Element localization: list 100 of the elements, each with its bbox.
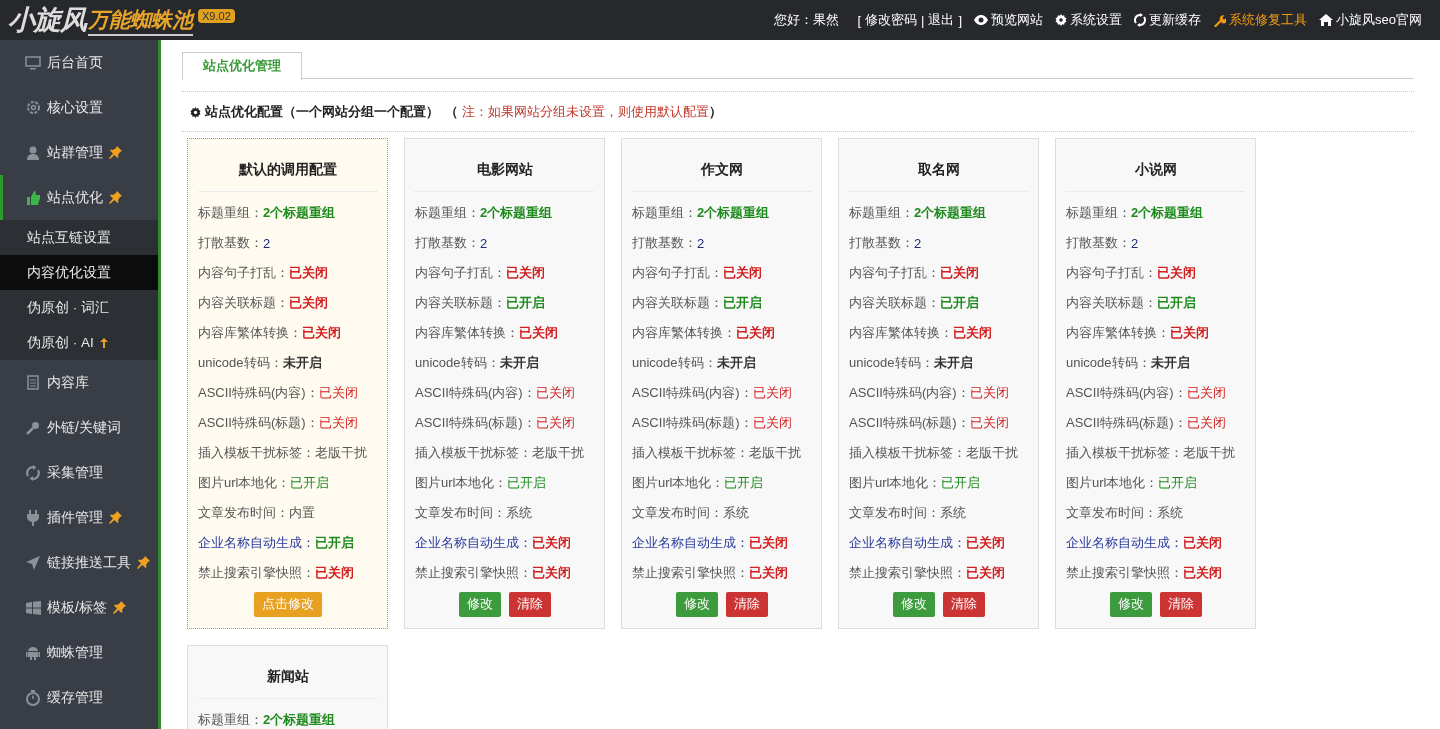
setting-value: 系统 <box>940 504 966 522</box>
submenu-item[interactable]: 站点互链设置 <box>0 220 158 255</box>
sidebar-item[interactable]: 核心设置 <box>0 85 158 130</box>
setting-label: 插入模板干扰标签： <box>1066 444 1183 462</box>
setting-value: 已开启 <box>290 474 330 492</box>
paren-text: ） <box>709 103 722 121</box>
card-title: 默认的调用配置 <box>198 139 377 192</box>
windows-icon <box>25 600 41 615</box>
setting-value: 已关闭 <box>1186 414 1226 432</box>
submenu-item[interactable]: 内容优化设置 <box>0 255 158 290</box>
setting-label: unicode转码： <box>1066 354 1151 372</box>
sidebar-item[interactable]: 缓存管理 <box>0 675 158 720</box>
sidebar-item[interactable]: 采集管理 <box>0 450 158 495</box>
sidebar-item[interactable]: 插件管理 <box>0 495 158 540</box>
nav-link[interactable]: 小旋风seo官网 <box>1319 11 1422 29</box>
thumbs-up-icon <box>25 190 41 205</box>
sidebar-item[interactable]: 蜘蛛管理 <box>0 630 158 675</box>
setting-value: 已关闭 <box>289 264 328 282</box>
setting-label: 文章发布时间： <box>849 504 940 522</box>
setting-label: unicode转码： <box>198 354 283 372</box>
setting-label: 图片url本地化： <box>632 474 725 492</box>
setting-value: 已关闭 <box>749 534 788 552</box>
sidebar-item[interactable]: 外链/关键词 <box>0 405 158 450</box>
account-link[interactable]: 退出 <box>928 11 955 29</box>
setting-label: 插入模板干扰标签： <box>415 444 532 462</box>
setting-value: 已关闭 <box>535 384 575 402</box>
setting-link[interactable]: 企业名称自动生成： <box>198 534 315 552</box>
clear-button[interactable]: 清除 <box>725 592 768 617</box>
setting-label: 标题重组： <box>632 204 697 222</box>
sidebar-item[interactable]: 模板/标签 <box>0 585 158 630</box>
account-link[interactable]: 修改密码 <box>865 11 917 29</box>
setting-value: 已关闭 <box>302 324 341 342</box>
setting-value: 未开启 <box>716 354 756 372</box>
setting-label: 标题重组： <box>415 204 480 222</box>
sidebar-item[interactable]: 内容库 <box>0 360 158 405</box>
wrench-icon <box>1213 13 1227 27</box>
setting-value: 未开启 <box>499 354 539 372</box>
nav-link[interactable]: 系统设置 <box>1055 11 1123 29</box>
clear-button[interactable]: 清除 <box>1159 592 1202 617</box>
edit-button[interactable]: 修改 <box>892 592 935 617</box>
setting-value: 系统 <box>723 504 749 522</box>
setting-label: 文章发布时间： <box>632 504 723 522</box>
setting-label: 禁止搜索引擎快照： <box>198 564 315 582</box>
setting-label: 内容库繁体转换： <box>1066 324 1170 342</box>
setting-label: ASCII特殊码(内容)： <box>632 384 753 402</box>
setting-value: 2 <box>697 235 705 251</box>
section-title: 站点优化配置（一个网站分组一个配置） <box>205 103 439 121</box>
setting-label: ASCII特殊码(内容)： <box>198 384 319 402</box>
sidebar-item[interactable]: 站群管理 <box>0 130 158 175</box>
setting-label: 内容关联标题： <box>1066 294 1157 312</box>
setting-value: 2个标题重组 <box>263 204 336 222</box>
setting-value: 已开启 <box>507 474 547 492</box>
key-icon <box>26 420 40 435</box>
gear-icon <box>190 106 201 118</box>
setting-label: unicode转码： <box>849 354 934 372</box>
setting-value: 已开启 <box>315 534 354 552</box>
setting-value: 内置 <box>289 504 315 522</box>
version-badge: X9.02 <box>198 9 235 23</box>
setting-value: 已开启 <box>506 294 545 312</box>
nav-link[interactable]: 更新缓存 <box>1134 11 1202 29</box>
setting-link[interactable]: 企业名称自动生成： <box>632 534 749 552</box>
edit-button[interactable]: 修改 <box>675 592 718 617</box>
eye-icon <box>974 15 989 25</box>
setting-link[interactable]: 企业名称自动生成： <box>415 534 532 552</box>
edit-button[interactable]: 修改 <box>458 592 501 617</box>
setting-label: 禁止搜索引擎快照： <box>415 564 532 582</box>
setting-value: 已开启 <box>1157 294 1196 312</box>
clear-button[interactable]: 清除 <box>508 592 551 617</box>
sidebar-item[interactable]: 后台首页 <box>0 40 158 85</box>
setting-value: 已开启 <box>941 474 981 492</box>
setting-value: 已关闭 <box>289 294 328 312</box>
setting-label: unicode转码： <box>632 354 717 372</box>
edit-button[interactable]: 修改 <box>1109 592 1152 617</box>
setting-value: 已关闭 <box>1183 534 1222 552</box>
submenu-item[interactable]: 伪原创 · AI <box>0 325 158 360</box>
submenu-item[interactable]: 伪原创 · 词汇 <box>0 290 158 325</box>
setting-label: 插入模板干扰标签： <box>632 444 749 462</box>
setting-label: 打散基数： <box>849 234 914 252</box>
gear-icon <box>25 100 41 115</box>
setting-link[interactable]: 企业名称自动生成： <box>1066 534 1183 552</box>
setting-value: 已关闭 <box>969 384 1009 402</box>
user-icon <box>27 145 39 160</box>
sidebar-item[interactable]: 链接推送工具 <box>0 540 158 585</box>
tab[interactable]: 站点优化管理 <box>182 52 302 80</box>
nav-link[interactable]: 系统修复工具 <box>1213 11 1308 29</box>
setting-label: 插入模板干扰标签： <box>849 444 966 462</box>
clear-button[interactable]: 清除 <box>942 592 985 617</box>
setting-label: 标题重组： <box>849 204 914 222</box>
setting-value: 2个标题重组 <box>914 204 987 222</box>
robot-icon <box>26 645 40 660</box>
setting-value: 2个标题重组 <box>263 711 336 729</box>
setting-value: 2 <box>914 235 922 251</box>
nav-link[interactable]: 预览网站 <box>974 11 1044 29</box>
setting-label: 打散基数： <box>415 234 480 252</box>
setting-link[interactable]: 企业名称自动生成： <box>849 534 966 552</box>
card-title: 取名网 <box>849 139 1028 192</box>
setting-value: 已关闭 <box>318 384 358 402</box>
setting-value: 2个标题重组 <box>480 204 553 222</box>
send-icon <box>26 555 40 570</box>
setting-label: 内容关联标题： <box>632 294 723 312</box>
